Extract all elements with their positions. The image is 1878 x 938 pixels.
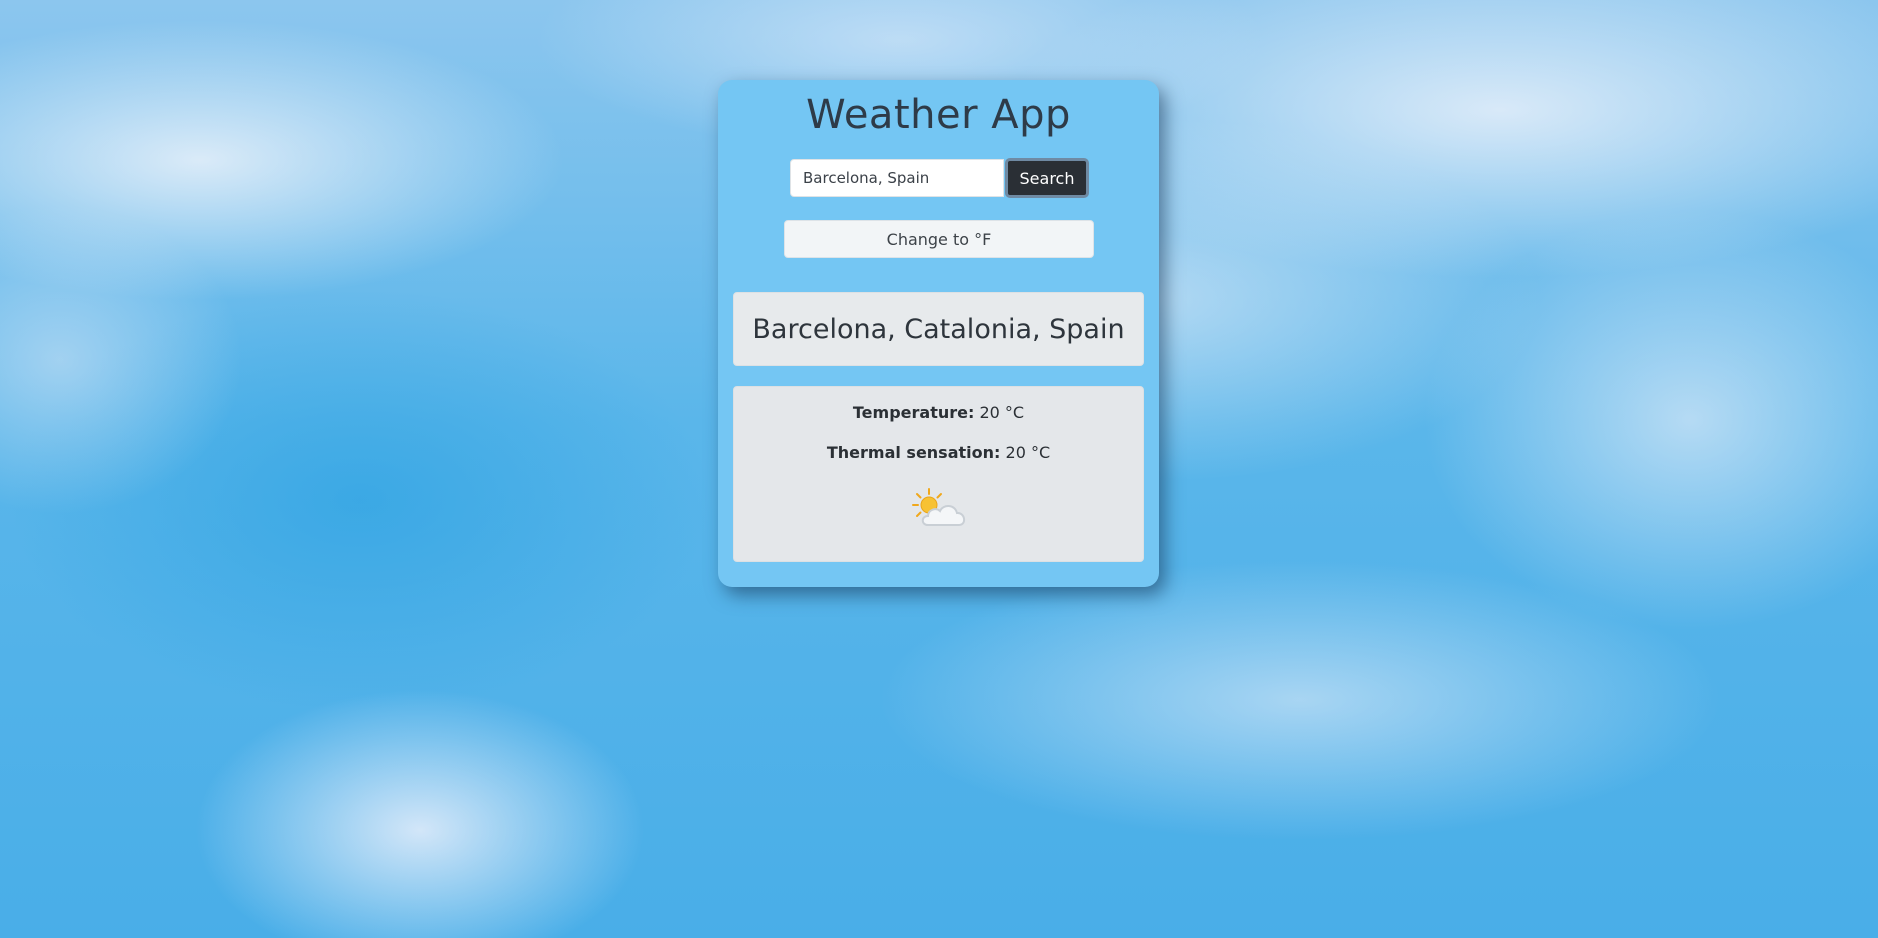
location-name: Barcelona, Catalonia, Spain (752, 313, 1125, 345)
search-button[interactable]: Search (1005, 158, 1089, 198)
app-title: Weather App (806, 92, 1071, 138)
search-input[interactable] (790, 159, 1004, 197)
temperature-value: 20 °C (979, 403, 1025, 422)
thermal-sensation-value: 20 °C (1005, 443, 1051, 462)
search-bar: Search (790, 158, 1089, 198)
thermal-sensation-label: Thermal sensation: (826, 443, 1001, 462)
temperature-row: Temperature: 20 °C (734, 403, 1143, 422)
thermal-sensation-row: Thermal sensation: 20 °C (734, 443, 1143, 462)
change-unit-button[interactable]: Change to °F (784, 220, 1094, 258)
partly-cloudy-icon (912, 488, 965, 526)
location-panel: Barcelona, Catalonia, Spain (733, 292, 1144, 366)
weather-card: Weather App Search Change to °F Barcelon… (718, 80, 1159, 587)
temperature-label: Temperature: (852, 403, 975, 422)
weather-details-panel: Temperature: 20 °C Thermal sensation: 20… (733, 386, 1144, 562)
